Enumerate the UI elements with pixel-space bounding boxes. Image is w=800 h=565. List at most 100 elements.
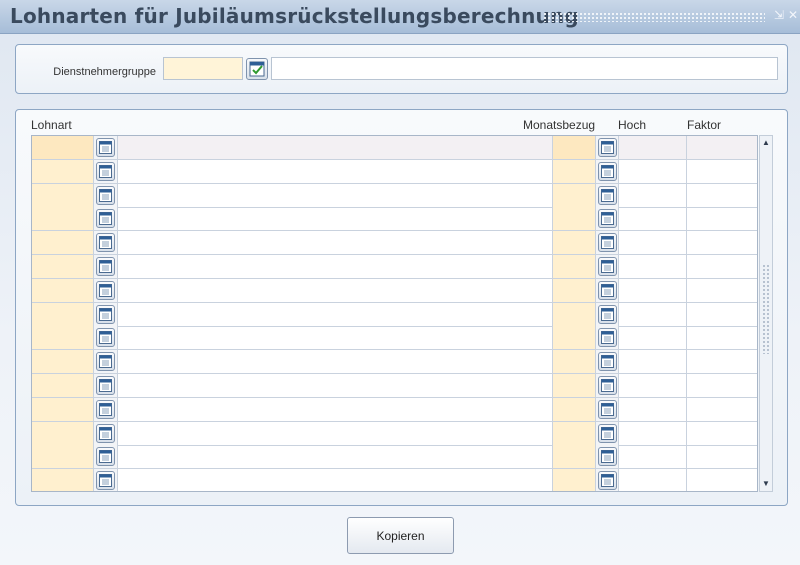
table-row[interactable] — [32, 278, 757, 303]
table-row[interactable] — [32, 255, 757, 279]
lohnart-cell[interactable] — [32, 278, 94, 302]
lohnart-cell[interactable] — [32, 445, 94, 469]
hoch-cell[interactable] — [619, 326, 687, 350]
table-row[interactable] — [32, 326, 757, 351]
monatsbezug-lookup-button[interactable] — [598, 471, 617, 491]
table-row[interactable] — [32, 159, 757, 184]
bezeichnung-cell[interactable] — [118, 445, 553, 469]
faktor-cell[interactable] — [687, 207, 757, 230]
hoch-cell[interactable] — [619, 469, 687, 491]
hoch-cell[interactable] — [619, 183, 687, 207]
monatsbezug-lookup-button[interactable] — [598, 233, 617, 253]
table-row[interactable] — [32, 231, 757, 256]
lohnart-lookup-button[interactable] — [96, 304, 115, 324]
kopieren-button[interactable]: Kopieren — [347, 517, 454, 554]
lohnart-cell[interactable] — [32, 397, 94, 421]
scroll-thumb[interactable] — [762, 264, 770, 354]
lohnart-lookup-button[interactable] — [96, 471, 115, 491]
faktor-cell[interactable] — [687, 255, 757, 278]
monatsbezug-lookup-button[interactable] — [598, 138, 617, 157]
lohnart-lookup-button[interactable] — [96, 138, 115, 157]
lohnart-lookup-button[interactable] — [96, 233, 115, 253]
hoch-cell[interactable] — [619, 255, 687, 278]
hoch-cell[interactable] — [619, 136, 687, 159]
faktor-cell[interactable] — [687, 469, 757, 491]
bezeichnung-cell[interactable] — [118, 397, 553, 421]
scroll-down-arrow-icon[interactable]: ▼ — [760, 477, 772, 491]
monatsbezug-lookup-button[interactable] — [598, 304, 617, 324]
hoch-cell[interactable] — [619, 445, 687, 469]
monatsbezug-cell[interactable] — [553, 207, 596, 231]
table-row[interactable] — [32, 469, 757, 491]
hoch-cell[interactable] — [619, 302, 687, 326]
lohnart-cell[interactable] — [32, 421, 94, 445]
dienstnehmergruppe-description-input[interactable] — [271, 57, 778, 80]
bezeichnung-cell[interactable] — [118, 302, 553, 326]
table-row[interactable] — [32, 207, 757, 232]
table-row[interactable] — [32, 350, 757, 375]
faktor-cell[interactable] — [687, 445, 757, 468]
monatsbezug-cell[interactable] — [553, 159, 596, 183]
faktor-cell[interactable] — [687, 279, 757, 302]
monatsbezug-cell[interactable] — [553, 255, 596, 278]
bezeichnung-cell[interactable] — [118, 374, 553, 397]
lohnart-cell[interactable] — [32, 207, 94, 231]
lohnart-cell[interactable] — [32, 231, 94, 255]
hoch-cell[interactable] — [619, 159, 687, 183]
lohnart-cell[interactable] — [32, 302, 94, 326]
bezeichnung-cell[interactable] — [118, 421, 553, 445]
hoch-cell[interactable] — [619, 397, 687, 421]
lohnart-lookup-button[interactable] — [96, 376, 115, 395]
table-row[interactable] — [32, 136, 757, 160]
title-bar-grip[interactable] — [543, 12, 765, 22]
bezeichnung-cell[interactable] — [118, 255, 553, 278]
faktor-cell[interactable] — [687, 184, 757, 207]
faktor-cell[interactable] — [687, 136, 757, 159]
bezeichnung-cell[interactable] — [118, 231, 553, 255]
lohnart-lookup-button[interactable] — [96, 447, 115, 467]
bezeichnung-cell[interactable] — [118, 278, 553, 302]
faktor-cell[interactable] — [687, 350, 757, 373]
table-row[interactable] — [32, 421, 757, 446]
bezeichnung-cell[interactable] — [118, 350, 553, 374]
pin-icon[interactable]: ⇲ — [772, 8, 786, 22]
monatsbezug-cell[interactable] — [553, 136, 596, 159]
lohnart-cell[interactable] — [32, 183, 94, 207]
faktor-cell[interactable] — [687, 422, 757, 445]
bezeichnung-cell[interactable] — [118, 469, 553, 491]
bezeichnung-cell[interactable] — [118, 207, 553, 231]
lohnart-lookup-button[interactable] — [96, 185, 115, 205]
lohnart-lookup-button[interactable] — [96, 161, 115, 181]
faktor-cell[interactable] — [687, 374, 757, 397]
monatsbezug-cell[interactable] — [553, 445, 596, 469]
lohnart-lookup-button[interactable] — [96, 328, 115, 348]
monatsbezug-lookup-button[interactable] — [598, 185, 617, 205]
lohnart-lookup-button[interactable] — [96, 352, 115, 372]
dienstnehmergruppe-lookup-button[interactable] — [246, 58, 268, 80]
monatsbezug-lookup-button[interactable] — [598, 161, 617, 181]
monatsbezug-cell[interactable] — [553, 326, 596, 350]
lohnart-lookup-button[interactable] — [96, 423, 115, 443]
hoch-cell[interactable] — [619, 350, 687, 374]
lohnart-lookup-button[interactable] — [96, 399, 115, 419]
lohnart-cell[interactable] — [32, 326, 94, 350]
monatsbezug-lookup-button[interactable] — [598, 447, 617, 467]
monatsbezug-lookup-button[interactable] — [598, 352, 617, 372]
monatsbezug-cell[interactable] — [553, 397, 596, 421]
bezeichnung-cell[interactable] — [118, 136, 553, 159]
monatsbezug-lookup-button[interactable] — [598, 376, 617, 395]
bezeichnung-cell[interactable] — [118, 326, 553, 350]
monatsbezug-cell[interactable] — [553, 421, 596, 445]
grid-scrollbar[interactable]: ▲ ▼ — [759, 135, 773, 492]
faktor-cell[interactable] — [687, 398, 757, 421]
monatsbezug-cell[interactable] — [553, 350, 596, 374]
monatsbezug-cell[interactable] — [553, 302, 596, 326]
hoch-cell[interactable] — [619, 278, 687, 302]
lohnart-lookup-button[interactable] — [96, 209, 115, 229]
faktor-cell[interactable] — [687, 160, 757, 183]
lohnart-lookup-button[interactable] — [96, 280, 115, 300]
hoch-cell[interactable] — [619, 374, 687, 397]
table-row[interactable] — [32, 445, 757, 470]
lohnart-cell[interactable] — [32, 374, 94, 397]
monatsbezug-cell[interactable] — [553, 183, 596, 207]
